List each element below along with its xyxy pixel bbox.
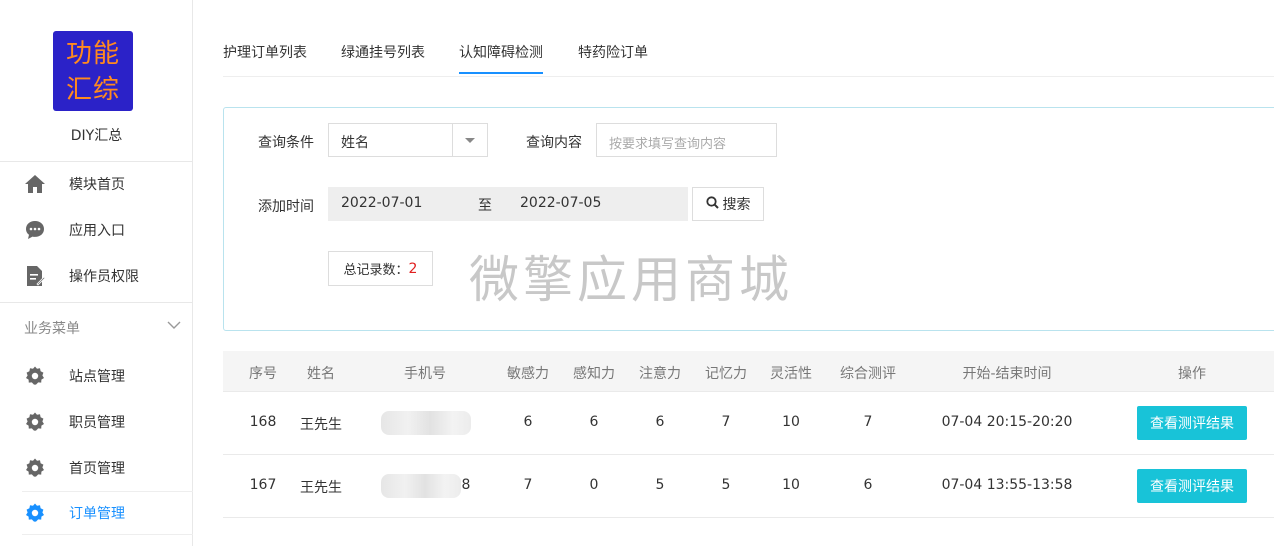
sidebar-item-label: 模块首页 bbox=[69, 177, 125, 193]
condition-label: 查询条件 bbox=[258, 135, 314, 151]
sidebar-item-label: 职员管理 bbox=[69, 415, 125, 431]
sidebar-item-label: 首页管理 bbox=[69, 461, 125, 477]
gear-icon bbox=[24, 365, 46, 387]
cell-id: 167 bbox=[249, 477, 277, 493]
divider bbox=[0, 302, 193, 303]
sidebar: 功能 汇综 DIY汇总 模块首页 应用入口 操作员权限 业务菜单 站点管理 职员… bbox=[0, 0, 193, 546]
search-button[interactable]: 搜索 bbox=[692, 187, 764, 221]
cell-perception: 0 bbox=[589, 477, 599, 493]
menu-group-title[interactable]: 业务菜单 bbox=[24, 318, 80, 338]
gear-icon bbox=[24, 457, 46, 479]
logo-line-2: 汇综 bbox=[65, 75, 120, 105]
condition-select[interactable]: 姓名 bbox=[328, 123, 488, 157]
tab-cognitive-test[interactable]: 认知障碍检测 bbox=[459, 42, 543, 74]
time-label: 添加时间 bbox=[258, 199, 314, 215]
cell-time: 07-04 13:55-13:58 bbox=[941, 477, 1073, 493]
view-result-button[interactable]: 查看测评结果 bbox=[1137, 469, 1247, 503]
cell-sensitivity: 6 bbox=[523, 414, 533, 430]
date-from-input[interactable]: 2022-07-01 至 bbox=[328, 187, 507, 221]
total-records-badge: 总记录数： 2 bbox=[328, 251, 433, 286]
cell-flexibility: 10 bbox=[782, 477, 800, 493]
cell-overall: 7 bbox=[863, 414, 873, 430]
cell-memory: 5 bbox=[721, 477, 731, 493]
sidebar-item-module-home[interactable]: 模块首页 bbox=[0, 162, 193, 206]
sidebar-item-homepage-management[interactable]: 首页管理 bbox=[0, 446, 193, 490]
phone-redacted bbox=[381, 411, 471, 435]
table-row: 167 王先生 8 7 0 5 5 10 6 07-04 13:55-13:58… bbox=[223, 455, 1274, 518]
sidebar-item-label: 应用入口 bbox=[69, 223, 125, 239]
select-divider bbox=[452, 124, 453, 156]
gear-icon bbox=[24, 502, 46, 524]
sidebar-item-site-management[interactable]: 站点管理 bbox=[0, 354, 193, 398]
content-label: 查询内容 bbox=[526, 135, 582, 151]
date-from-value: 2022-07-01 bbox=[341, 195, 423, 211]
cell-id: 168 bbox=[249, 414, 277, 430]
column-header: 综合测评 bbox=[840, 366, 896, 382]
app-logo: 功能 汇综 bbox=[53, 31, 133, 111]
home-icon bbox=[24, 173, 46, 195]
cell-phone-tail: 8 bbox=[461, 477, 471, 493]
watermark: 微擎应用商城 bbox=[469, 251, 793, 309]
condition-select-value: 姓名 bbox=[341, 135, 369, 151]
table-header: 序号 姓名 手机号 敏感力 感知力 注意力 记忆力 灵活性 综合测评 开始-结束… bbox=[223, 351, 1274, 392]
cell-memory: 7 bbox=[721, 414, 731, 430]
chevron-down-icon[interactable] bbox=[167, 318, 181, 332]
total-count: 2 bbox=[408, 260, 418, 277]
cell-attention: 5 bbox=[655, 477, 665, 493]
date-to-input[interactable]: 2022-07-05 bbox=[507, 187, 688, 221]
edit-doc-icon bbox=[24, 265, 46, 287]
sidebar-item-operator-permission[interactable]: 操作员权限 bbox=[0, 254, 193, 298]
cell-sensitivity: 7 bbox=[523, 477, 533, 493]
tab-nursing-orders[interactable]: 护理订单列表 bbox=[223, 42, 307, 72]
tab-special-drug-orders[interactable]: 特药险订单 bbox=[578, 42, 648, 72]
gear-icon bbox=[24, 411, 46, 433]
search-icon bbox=[705, 195, 719, 213]
content-input[interactable]: 按要求填写查询内容 bbox=[596, 123, 777, 157]
phone-redacted bbox=[381, 474, 461, 498]
sidebar-item-order-management[interactable]: 订单管理 bbox=[22, 491, 193, 535]
column-header: 感知力 bbox=[573, 366, 615, 382]
column-header: 开始-结束时间 bbox=[962, 366, 1052, 382]
view-result-button[interactable]: 查看测评结果 bbox=[1137, 406, 1247, 440]
sidebar-item-label: 操作员权限 bbox=[69, 269, 139, 285]
cell-perception: 6 bbox=[589, 414, 599, 430]
column-header: 操作 bbox=[1178, 366, 1206, 382]
column-header: 手机号 bbox=[404, 366, 446, 382]
logo-line-1: 功能 bbox=[65, 39, 120, 69]
cell-flexibility: 10 bbox=[782, 414, 800, 430]
total-label: 总记录数： bbox=[343, 263, 409, 278]
sidebar-item-app-entry[interactable]: 应用入口 bbox=[0, 208, 193, 252]
date-separator: 至 bbox=[478, 198, 492, 214]
app-name: DIY汇总 bbox=[70, 128, 123, 144]
chat-icon bbox=[24, 219, 46, 241]
search-button-label: 搜索 bbox=[722, 197, 751, 213]
sidebar-item-staff-management[interactable]: 职员管理 bbox=[0, 400, 193, 444]
tab-green-channel[interactable]: 绿通挂号列表 bbox=[341, 42, 425, 72]
cell-name: 王先生 bbox=[300, 417, 342, 433]
cell-name: 王先生 bbox=[300, 480, 342, 496]
caret-down-icon bbox=[465, 138, 475, 143]
sidebar-item-label: 订单管理 bbox=[69, 506, 125, 522]
sidebar-item-label: 站点管理 bbox=[69, 369, 125, 385]
column-header: 记忆力 bbox=[705, 366, 747, 382]
date-to-value: 2022-07-05 bbox=[520, 195, 602, 211]
tab-bar: 护理订单列表 绿通挂号列表 认知障碍检测 特药险订单 bbox=[223, 0, 1274, 77]
table-row: 168 王先生 6 6 6 7 10 7 07-04 20:15-20:20 查… bbox=[223, 392, 1274, 455]
cell-overall: 6 bbox=[863, 477, 873, 493]
column-header: 灵活性 bbox=[770, 366, 812, 382]
column-header: 姓名 bbox=[307, 366, 335, 382]
cell-time: 07-04 20:15-20:20 bbox=[941, 414, 1073, 430]
column-header: 序号 bbox=[249, 366, 277, 382]
column-header: 注意力 bbox=[639, 366, 681, 382]
results-table: 序号 姓名 手机号 敏感力 感知力 注意力 记忆力 灵活性 综合测评 开始-结束… bbox=[223, 351, 1274, 518]
cell-attention: 6 bbox=[655, 414, 665, 430]
column-header: 敏感力 bbox=[507, 366, 549, 382]
